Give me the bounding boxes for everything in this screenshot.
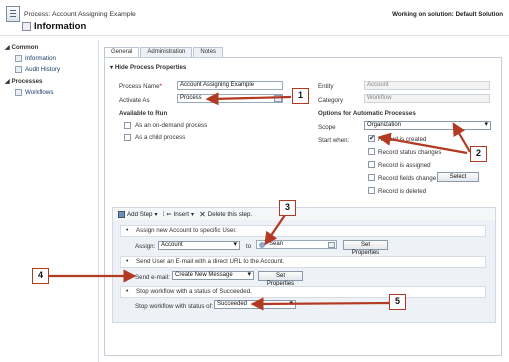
record-status-checkbox[interactable]	[368, 148, 375, 155]
step-row[interactable]: • Send User an E-mail with a direct URL t…	[120, 256, 486, 268]
section-title: Hide Process Properties	[114, 64, 187, 71]
insert-icon: ⁞	[162, 210, 165, 218]
category-field: Workflow	[364, 94, 490, 103]
available-to-run-label: Available to Run	[119, 110, 168, 117]
sidebar-item-audit-history[interactable]: Audit History	[15, 66, 60, 73]
step-row[interactable]: • Assign new Account to specific User.	[120, 225, 486, 237]
assign-select[interactable]: Account	[158, 241, 240, 250]
send-email-select[interactable]: Create New Message	[172, 271, 254, 280]
select-button[interactable]: Select	[437, 172, 479, 182]
solution-status: Working on solution: Default Solution	[392, 11, 503, 18]
start-when-label: Start when:	[318, 137, 350, 144]
sidebar-item-workflows[interactable]: Workflows	[15, 89, 53, 96]
chevron-down-icon: ▾	[154, 210, 158, 218]
to-label: to	[246, 243, 252, 250]
lookup-icon[interactable]	[274, 95, 282, 102]
delete-icon: ✕	[199, 209, 206, 219]
options-title: Options for Automatic Processes	[318, 110, 416, 117]
child-process-checkbox[interactable]	[124, 134, 131, 141]
sidebar-section-label: Common	[11, 44, 39, 51]
scope-label: Scope	[318, 124, 336, 131]
send-email-label: Send e-mail:	[135, 274, 170, 281]
sidebar-item-label: Workflows	[25, 89, 54, 96]
delete-step-button[interactable]: ✕ Delete this step.	[199, 210, 252, 219]
audit-history-icon	[15, 66, 22, 73]
tab-administration[interactable]: Administration	[140, 47, 193, 57]
process-name-field[interactable]: Account Assigning Example	[177, 81, 283, 90]
add-step-button[interactable]: Add Step ▾	[118, 210, 158, 218]
user-icon	[259, 242, 265, 248]
step-title: Assign new Account to specific User.	[136, 227, 237, 234]
bullet-icon: •	[126, 227, 129, 234]
bullet-icon: •	[126, 288, 129, 295]
sidebar: ◢ Common Information Audit History ◢ Pro…	[0, 40, 99, 362]
hide-properties-toggle[interactable]: ▾ Hide Process Properties	[110, 64, 186, 71]
entity-label: Entity	[318, 83, 334, 90]
insert-button[interactable]: ⁞ ⇐ Insert ▾	[163, 211, 195, 218]
information-icon	[15, 55, 22, 62]
workflows-icon	[15, 89, 22, 96]
activate-as-label: Activate As	[119, 97, 150, 104]
sidebar-item-information[interactable]: Information	[15, 55, 56, 62]
add-step-label: Add Step	[127, 210, 153, 218]
sidebar-section-label: Processes	[11, 78, 43, 85]
set-properties-button-email[interactable]: Set Properties	[258, 271, 303, 287]
record-deleted-checkbox[interactable]	[368, 187, 375, 194]
step-row[interactable]: • Stop workflow with a status of Succeede…	[120, 286, 486, 298]
callout-1: 1	[292, 88, 309, 104]
chevron-down-icon: ▾	[190, 210, 195, 218]
step-title: Stop workflow with a status of Succeeded…	[136, 288, 252, 295]
record-fields-checkbox[interactable]	[368, 174, 375, 181]
process-title: Process: Account Assigning Example	[24, 11, 136, 18]
record-status-label: Record status changes	[378, 149, 442, 156]
user-name: Sean	[269, 241, 284, 247]
stop-workflow-label: Stop workflow with status of:	[135, 303, 214, 310]
information-icon	[22, 22, 31, 31]
record-assigned-checkbox[interactable]	[368, 161, 375, 168]
sidebar-section-common[interactable]: ◢ Common	[5, 44, 38, 51]
sidebar-item-label: Audit History	[25, 66, 61, 73]
callout-5: 5	[389, 294, 406, 310]
process-name-label-text: Process Name	[119, 83, 160, 90]
category-label: Category	[318, 97, 344, 104]
lookup-icon[interactable]	[328, 242, 335, 248]
bullet-icon: •	[126, 258, 129, 265]
stop-status-select[interactable]: Succeeded	[214, 300, 296, 309]
record-assigned-label: Record is assigned	[378, 162, 431, 169]
set-properties-button[interactable]: Set Properties	[343, 240, 388, 256]
process-icon	[6, 6, 20, 22]
callout-4: 4	[32, 268, 49, 284]
record-fields-label: Record fields change	[378, 175, 437, 182]
callout-2: 2	[470, 146, 487, 162]
on-demand-checkbox[interactable]	[124, 122, 131, 129]
callout-3: 3	[279, 200, 296, 216]
delete-label: Delete this step.	[207, 210, 253, 218]
assign-label: Assign:	[135, 243, 156, 250]
insert-label: Insert	[173, 210, 189, 218]
tab-general[interactable]: General	[104, 47, 140, 57]
tab-notes[interactable]: Notes	[193, 47, 224, 57]
step-toolbar: Add Step ▾ ⁞ ⇐ Insert ▾ ✕ Delete this step.	[113, 208, 495, 220]
process-name-label: Process Name*	[119, 83, 162, 90]
sidebar-item-label: Information	[25, 55, 56, 62]
entity-field: Account	[364, 81, 490, 90]
record-created-checkbox[interactable]	[368, 134, 375, 142]
record-created-label: Record is created	[378, 136, 427, 143]
child-process-label: As a child process	[135, 134, 186, 141]
insert-arrow: ⇐	[166, 210, 172, 218]
on-demand-label: As an on-demand process	[135, 122, 208, 129]
add-step-icon	[118, 210, 125, 218]
sidebar-section-processes[interactable]: ◢ Processes	[5, 78, 42, 85]
tab-strip: General Administration Notes	[104, 47, 224, 57]
scope-select[interactable]: Organization	[364, 121, 491, 130]
activate-as-field[interactable]: Process	[177, 94, 283, 103]
page-title: Information	[34, 21, 87, 32]
user-lookup-field[interactable]: Sean	[256, 240, 337, 249]
record-deleted-label: Record is deleted	[378, 188, 427, 195]
step-title: Send User an E-mail with a direct URL to…	[136, 258, 285, 265]
